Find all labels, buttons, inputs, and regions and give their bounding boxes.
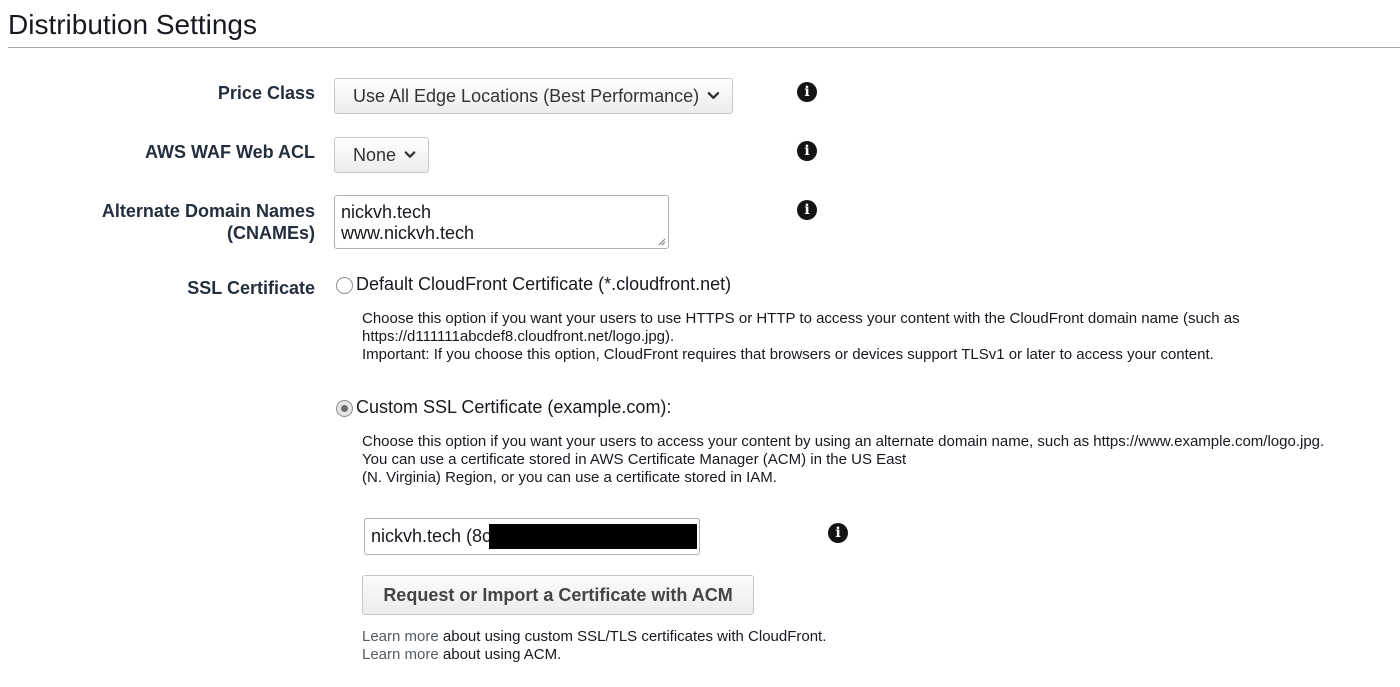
cnames-label-line1: Alternate Domain Names — [101, 201, 315, 221]
learn-more-ssl-line: Learn more about using custom SSL/TLS ce… — [362, 628, 826, 646]
cname-line: nickvh.tech — [341, 202, 432, 222]
learn-more-acm-text: about using ACM. — [438, 646, 562, 663]
waf-label: AWS WAF Web ACL — [145, 142, 315, 162]
waf-select[interactable]: None — [334, 137, 429, 173]
cnames-label-line2: (CNAMEs) — [227, 223, 315, 243]
price-class-value: Use All Edge Locations (Best Performance… — [353, 85, 700, 106]
info-circle-icon[interactable]: i — [797, 141, 817, 161]
default-certificate-radio[interactable] — [336, 277, 353, 294]
title-divider — [8, 47, 1400, 48]
default-certificate-option-label[interactable]: Default CloudFront Certificate (*.cloudf… — [356, 274, 731, 295]
page-title: Distribution Settings — [8, 9, 258, 40]
default-certificate-description: Choose this option if you want your user… — [362, 310, 1240, 327]
chevron-down-icon — [404, 151, 416, 158]
cname-line: www.nickvh.tech — [341, 223, 475, 243]
custom-certificate-description: (N. Virginia) Region, or you can use a c… — [362, 469, 777, 486]
learn-more-link[interactable]: Learn more — [362, 628, 439, 645]
price-class-select[interactable]: Use All Edge Locations (Best Performance… — [334, 78, 733, 114]
redaction-bar — [489, 524, 697, 549]
learn-more-link[interactable]: Learn more — [362, 646, 439, 663]
custom-certificate-option-label[interactable]: Custom SSL Certificate (example.com): — [356, 397, 671, 418]
price-class-label: Price Class — [217, 83, 315, 103]
learn-more-acm-line: Learn more about using ACM. — [362, 646, 561, 664]
default-certificate-description: https://d111111abcdef8.cloudfront.net/lo… — [362, 328, 675, 345]
certificate-input[interactable]: nickvh.tech (8c — [364, 518, 700, 555]
waf-value: None — [353, 144, 397, 165]
info-circle-icon[interactable]: i — [797, 200, 817, 220]
request-certificate-button[interactable]: Request or Import a Certificate with ACM — [362, 575, 754, 615]
default-certificate-description: Important: If you choose this option, Cl… — [362, 346, 1214, 363]
custom-certificate-description: Choose this option if you want your user… — [362, 433, 1325, 450]
info-circle-icon[interactable]: i — [828, 523, 848, 543]
chevron-down-icon — [707, 92, 720, 100]
resize-grip-icon[interactable] — [658, 238, 666, 246]
custom-certificate-description: You can use a certificate stored in AWS … — [362, 451, 907, 468]
info-circle-icon[interactable]: i — [797, 82, 817, 102]
cnames-textarea[interactable]: nickvh.tech www.nickvh.tech — [334, 195, 669, 249]
custom-certificate-radio[interactable] — [336, 400, 353, 417]
certificate-value: nickvh.tech (8c — [371, 526, 492, 546]
ssl-certificate-label: SSL Certificate — [187, 278, 315, 298]
learn-more-ssl-text: about using custom SSL/TLS certificates … — [438, 628, 827, 645]
